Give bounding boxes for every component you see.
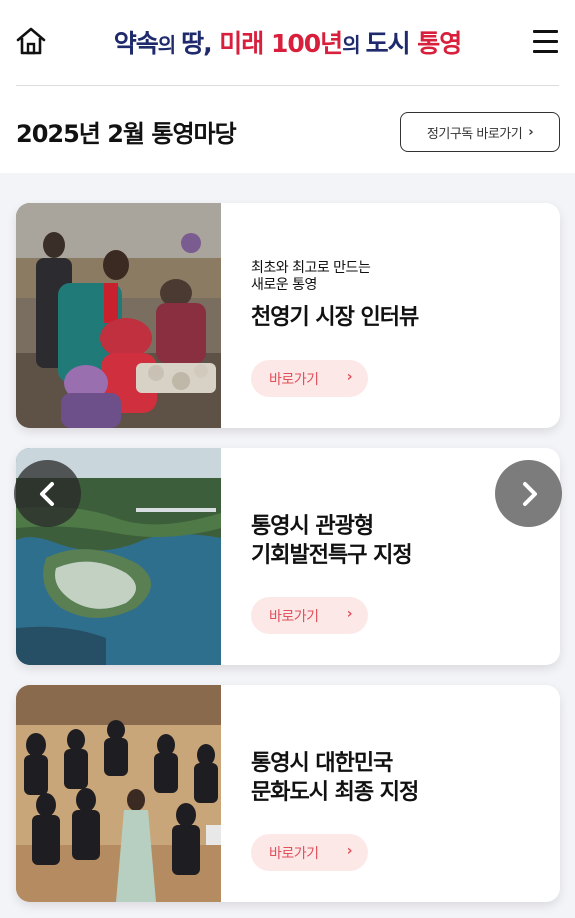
- article-card-body: 통영시 대한민국 문화도시 최종 지정 바로가기 ›: [251, 685, 550, 902]
- title-part: 통영: [417, 29, 462, 58]
- title-part: 도시: [365, 29, 418, 58]
- subscribe-button[interactable]: 정기구독 바로가기 ›: [400, 112, 560, 152]
- read-more-button[interactable]: 바로가기 ›: [251, 834, 368, 871]
- chevron-right-icon: [522, 481, 537, 506]
- article-card[interactable]: 통영시 관광형 기회발전특구 지정 바로가기 ›: [16, 448, 560, 665]
- market-photo: [16, 203, 221, 428]
- read-more-button[interactable]: 바로가기 ›: [251, 360, 368, 397]
- article-list: 최초와 최고로 만드는 새로운 통영 천영기 시장 인터뷰 바로가기 › 통영시…: [0, 173, 575, 918]
- title-part: 땅,: [181, 29, 220, 58]
- read-more-button[interactable]: 바로가기 ›: [251, 597, 368, 634]
- read-more-label: 바로가기: [269, 608, 319, 625]
- chevron-right-icon: ›: [346, 843, 353, 859]
- title-part: 약속: [113, 29, 159, 58]
- hamburger-menu-icon: [533, 50, 558, 53]
- article-title: 통영시 대한민국 문화도시 최종 지정: [251, 751, 419, 805]
- issue-title: 2025년 2월 통영마당: [16, 120, 237, 148]
- title-part: 미래 100년: [219, 29, 343, 58]
- article-title: 통영시 관광형 기회발전특구 지정: [251, 514, 413, 568]
- chevron-left-icon: [39, 481, 54, 506]
- site-title: 약속의 땅, 미래 100년의 도시 통영: [100, 24, 475, 60]
- carousel-prev-button[interactable]: [14, 460, 81, 527]
- article-title: 천영기 시장 인터뷰: [251, 305, 419, 330]
- read-more-label: 바로가기: [269, 845, 319, 862]
- hamburger-menu-icon: [533, 40, 558, 43]
- chevron-right-icon: ›: [528, 124, 534, 140]
- home-button[interactable]: [14, 24, 48, 58]
- title-part: 의: [342, 33, 366, 57]
- article-subtitle: 최초와 최고로 만드는 새로운 통영: [251, 260, 371, 293]
- home-icon: [16, 27, 46, 55]
- article-card[interactable]: 통영시 대한민국 문화도시 최종 지정 바로가기 ›: [16, 685, 560, 902]
- chevron-right-icon: ›: [346, 606, 353, 622]
- article-card[interactable]: 최초와 최고로 만드는 새로운 통영 천영기 시장 인터뷰 바로가기 ›: [16, 203, 560, 428]
- hamburger-menu-icon: [533, 30, 558, 33]
- chevron-right-icon: ›: [346, 369, 353, 385]
- header: 약속의 땅, 미래 100년의 도시 통영: [0, 0, 575, 86]
- orchestra-photo: [16, 685, 221, 902]
- article-card-body: 최초와 최고로 만드는 새로운 통영 천영기 시장 인터뷰 바로가기 ›: [251, 203, 550, 428]
- section-header: 2025년 2월 통영마당 정기구독 바로가기 ›: [0, 86, 575, 173]
- title-part: 의: [157, 33, 182, 57]
- menu-button[interactable]: [530, 26, 560, 56]
- subscribe-label: 정기구독 바로가기: [426, 126, 523, 142]
- read-more-label: 바로가기: [269, 371, 319, 388]
- carousel-next-button[interactable]: [495, 460, 562, 527]
